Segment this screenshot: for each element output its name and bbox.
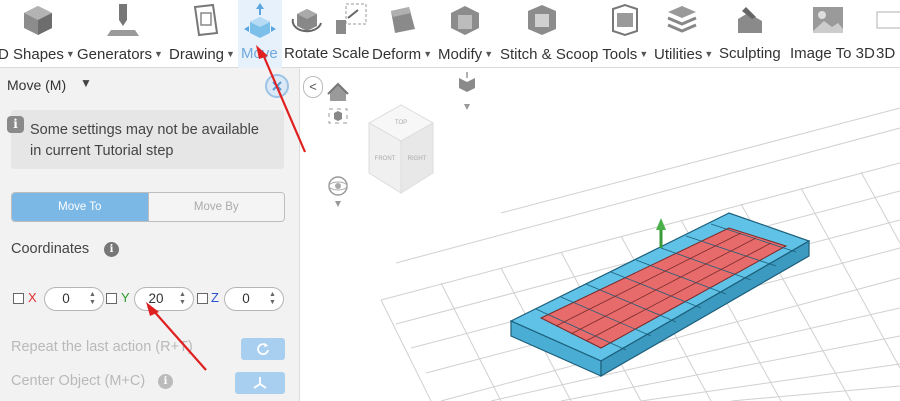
center-object-info-icon[interactable]: i [158, 374, 173, 389]
menu-image-to-3d[interactable]: Image To 3D [790, 44, 875, 64]
coordinates-label: Coordinates [11, 241, 90, 257]
menu-move[interactable]: Move [241, 44, 278, 64]
ground-grid [380, 107, 900, 401]
menu-sculpting[interactable]: Sculpting [719, 44, 781, 64]
menu-3d[interactable]: 3D [876, 44, 895, 64]
cube-front-label: FRONT [375, 156, 396, 162]
close-icon[interactable] [265, 74, 289, 98]
more-icon[interactable] [870, 0, 900, 40]
coordinates-info-icon[interactable]: i [104, 242, 119, 257]
z-lock-checkbox[interactable] [197, 293, 208, 304]
menu-stitch-scoop[interactable]: Stitch & Scoop Tools ▼ [500, 44, 648, 65]
scale-icon[interactable] [330, 0, 370, 40]
menu-drawing[interactable]: Drawing ▼ [169, 44, 235, 65]
menu-3d-shapes[interactable]: D Shapes ▼ [0, 44, 75, 65]
3d-viewport[interactable]: < TOP FRONT RIGHT [301, 68, 900, 401]
y-axis-label: Y [121, 290, 130, 305]
refresh-icon [257, 343, 269, 355]
fit-view-icon[interactable] [328, 108, 348, 124]
x-lock-checkbox[interactable] [13, 293, 24, 304]
center-object-button[interactable] [235, 372, 285, 394]
menu-generators[interactable]: Generators ▼ [77, 44, 163, 65]
navigation-cube[interactable]: TOP FRONT RIGHT [367, 104, 435, 194]
center-object-label: Center Object (M+C) [11, 373, 146, 389]
center-axes-icon [253, 377, 267, 389]
menu-utilities[interactable]: Utilities ▼ [654, 44, 713, 65]
repeat-action-button[interactable] [241, 338, 285, 360]
view-mode-icon[interactable] [459, 72, 475, 110]
move-panel: Move (M) ▼ i Some settings may not be av… [0, 68, 300, 401]
y-coordinate-stepper[interactable]: 20 ▲ ▼ [134, 287, 194, 311]
menu-rotate[interactable]: Rotate [284, 44, 328, 64]
drawing-icon[interactable] [186, 0, 226, 40]
x-stepper-arrows-icon[interactable]: ▲ ▼ [89, 291, 97, 307]
z-axis-label: Z [211, 290, 219, 305]
sculpting-icon[interactable] [730, 0, 770, 40]
move-mode-toggle: Move To Move By [11, 192, 285, 222]
stitch-scoop-icon[interactable] [522, 0, 562, 40]
menu-row: D Shapes ▼ Generators ▼ Drawing ▼ Move Rota… [0, 44, 900, 64]
3d-object-tray[interactable] [509, 212, 811, 378]
layers-icon[interactable] [662, 0, 702, 40]
x-coordinate-value[interactable]: 0 [45, 288, 87, 310]
x-coordinate-stepper[interactable]: 0 ▲ ▼ [44, 287, 104, 311]
move-to-button[interactable]: Move To [12, 193, 148, 221]
home-view-icon[interactable] [327, 82, 349, 101]
info-icon: i [7, 116, 24, 133]
menu-scale[interactable]: Scale [332, 44, 370, 64]
cube-top-label: TOP [395, 120, 407, 126]
panel-collapse-caret-icon[interactable]: ▼ [80, 76, 92, 90]
orbit-icon[interactable] [328, 176, 348, 207]
y-coordinate-value[interactable]: 20 [135, 288, 177, 310]
z-stepper-arrows-icon[interactable]: ▲ ▼ [269, 291, 277, 307]
menu-deform[interactable]: Deform ▼ [372, 44, 432, 65]
panel-title: Move (M) [7, 77, 67, 93]
image-to-3d-icon[interactable] [808, 0, 848, 40]
move-by-button[interactable]: Move By [147, 193, 284, 221]
generators-icon[interactable] [103, 0, 143, 40]
utilities-icon[interactable] [605, 0, 645, 40]
tutorial-info-text: Some settings may not be available in cu… [30, 122, 259, 159]
shapes-cube-icon[interactable] [18, 0, 58, 40]
rotate-icon[interactable] [287, 0, 327, 40]
deform-icon[interactable] [382, 0, 422, 40]
menu-modify[interactable]: Modify ▼ [438, 44, 493, 65]
x-axis-label: X [28, 290, 37, 305]
y-lock-checkbox[interactable] [106, 293, 117, 304]
repeat-last-action-label: Repeat the last action (R+T) [11, 339, 193, 355]
z-coordinate-value[interactable]: 0 [225, 288, 267, 310]
tutorial-info-box: i Some settings may not be available in … [7, 110, 284, 169]
cube-right-label: RIGHT [408, 156, 427, 162]
z-coordinate-stepper[interactable]: 0 ▲ ▼ [224, 287, 284, 311]
main-toolbar: D Shapes ▼ Generators ▼ Drawing ▼ Move Rota… [0, 0, 900, 68]
modify-icon[interactable] [445, 0, 485, 40]
y-stepper-arrows-icon[interactable]: ▲ ▼ [179, 291, 187, 307]
